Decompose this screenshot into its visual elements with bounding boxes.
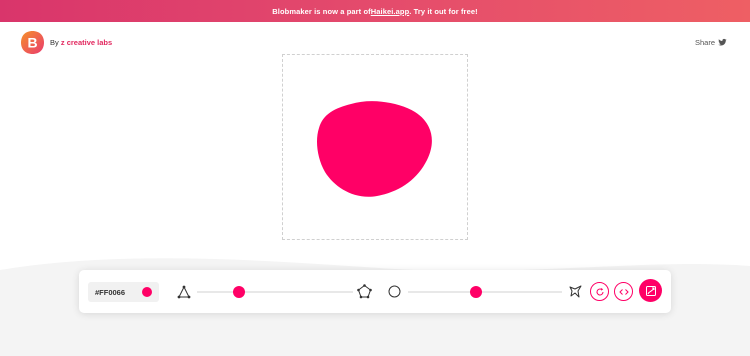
star-nodes-icon bbox=[357, 284, 372, 299]
brand-link[interactable]: z creative labs bbox=[61, 38, 112, 47]
code-button[interactable] bbox=[614, 282, 633, 301]
banner-suffix: . Try it out for free! bbox=[409, 6, 478, 16]
twitter-icon[interactable] bbox=[718, 38, 727, 47]
download-icon bbox=[645, 285, 656, 296]
blobmaker-logo[interactable]: B bbox=[20, 30, 45, 55]
toolbar: #FF0066 bbox=[79, 270, 671, 313]
contrast-track bbox=[408, 291, 562, 293]
color-picker[interactable]: #FF0066 bbox=[88, 282, 159, 302]
blob-shape bbox=[317, 101, 432, 197]
triangle-nodes-icon bbox=[177, 285, 191, 299]
regenerate-button[interactable] bbox=[590, 282, 609, 301]
color-swatch[interactable] bbox=[142, 287, 152, 297]
complexity-track bbox=[197, 291, 353, 293]
circle-outline-icon bbox=[388, 285, 401, 298]
byline-prefix: By bbox=[50, 38, 59, 47]
blob-canvas bbox=[282, 54, 468, 240]
contrast-slider-thumb[interactable] bbox=[470, 286, 483, 298]
complexity-slider[interactable] bbox=[197, 286, 353, 298]
color-value: #FF0066 bbox=[95, 288, 126, 297]
share-label[interactable]: Share bbox=[695, 38, 715, 47]
download-button[interactable] bbox=[639, 279, 662, 302]
banner-prefix: Blobmaker is now a part of bbox=[272, 6, 371, 16]
announcement-banner: Blobmaker is now a part of Haikei.app . … bbox=[0, 0, 750, 22]
logo-letter: B bbox=[27, 35, 37, 51]
contrast-slider[interactable] bbox=[408, 286, 562, 298]
haikei-link[interactable]: Haikei.app bbox=[371, 7, 410, 16]
code-icon bbox=[618, 288, 629, 295]
refresh-icon bbox=[596, 287, 603, 295]
spiky-shape-icon bbox=[569, 285, 582, 298]
complexity-slider-thumb[interactable] bbox=[233, 286, 245, 298]
byline: By z creative labs bbox=[50, 38, 112, 47]
